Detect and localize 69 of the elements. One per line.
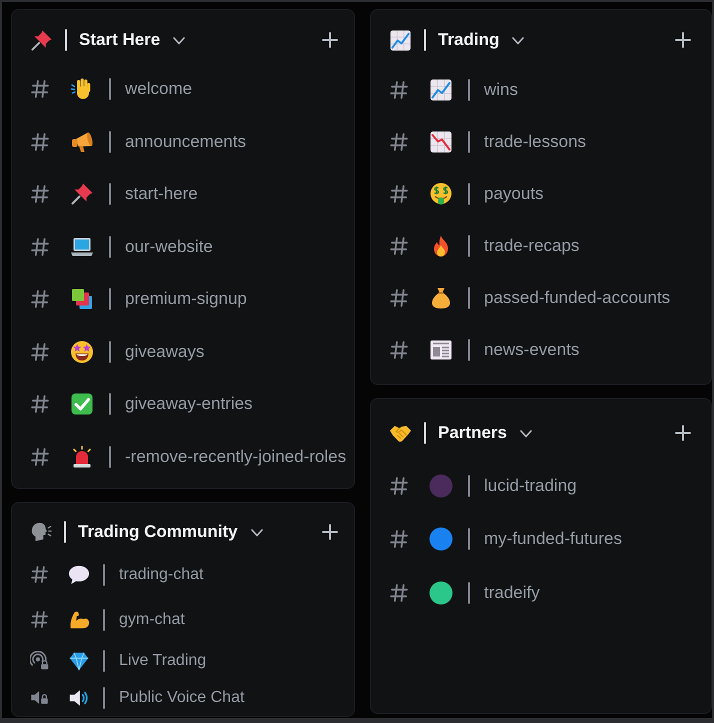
pushpin-icon [70, 182, 94, 206]
hash-icon [389, 529, 409, 550]
hash-icon [30, 289, 50, 310]
chevron-icon[interactable] [173, 37, 186, 45]
pushpin-icon [30, 28, 53, 52]
hash-icon [389, 236, 409, 256]
megaphone-icon [70, 130, 94, 154]
channel-name[interactable]: gym-chat [119, 610, 185, 630]
channel-name[interactable]: payouts [484, 184, 544, 204]
stacked-cards-icon [70, 287, 94, 312]
category-name[interactable]: Start Here [79, 30, 160, 50]
hash-icon [30, 132, 50, 152]
chart-up-icon [389, 28, 412, 52]
channel-name[interactable]: -remove-recently-joined-roles [125, 446, 346, 467]
plus-icon[interactable] [675, 425, 691, 441]
speaking-head-icon [30, 521, 52, 543]
hash-icon [30, 394, 50, 414]
channel-name[interactable]: welcome [125, 79, 192, 100]
hash-icon [30, 79, 50, 100]
chart-up-icon [429, 78, 453, 102]
hash-icon [30, 236, 50, 257]
chart-down-icon [429, 130, 453, 154]
channel-name[interactable]: trade-lessons [484, 132, 586, 152]
channel-name[interactable]: trading-chat [119, 564, 204, 584]
channel-name[interactable]: our-website [125, 236, 213, 257]
category-name[interactable]: Trading Community [78, 522, 238, 542]
hash-icon [389, 184, 409, 204]
check-box-icon [70, 392, 94, 416]
channel-name[interactable]: Live Trading [119, 650, 206, 670]
channel-name[interactable]: news-events [484, 340, 580, 360]
category-name[interactable]: Partners [438, 422, 507, 444]
speech-bubble-icon [68, 564, 90, 586]
plus-icon[interactable] [322, 524, 338, 540]
broadcast-lock-icon [30, 651, 49, 670]
hash-icon [30, 565, 49, 584]
channel-name[interactable]: giveaway-entries [125, 394, 253, 414]
hash-icon [389, 582, 409, 603]
hash-icon [389, 80, 409, 100]
hash-icon [30, 184, 50, 204]
gem-icon [68, 650, 90, 672]
hash-icon [389, 132, 409, 152]
flexed-arm-icon [68, 608, 90, 630]
hash-icon [30, 610, 49, 629]
hash-icon [389, 340, 409, 360]
chevron-icon[interactable] [250, 529, 263, 537]
channel-name[interactable]: tradeify [484, 582, 540, 603]
category-name[interactable]: Trading [438, 30, 500, 50]
channel-name[interactable]: passed-funded-accounts [484, 288, 670, 308]
channel-name[interactable]: start-here [125, 184, 198, 204]
hash-icon [389, 476, 409, 496]
money-bag-icon [429, 286, 453, 310]
chevron-icon[interactable] [512, 37, 524, 45]
hash-icon [30, 342, 50, 362]
plus-icon[interactable] [322, 32, 338, 48]
star-eyes-face-icon [70, 340, 94, 364]
hash-icon [30, 446, 50, 467]
channel-name[interactable]: Public Voice Chat [119, 688, 244, 708]
money-face-icon [429, 182, 453, 206]
channel-name[interactable]: my-funded-futures [484, 529, 622, 550]
hash-icon [389, 288, 409, 308]
channel-name[interactable]: lucid-trading [484, 476, 577, 496]
plus-icon[interactable] [675, 32, 691, 48]
channel-name[interactable]: trade-recaps [484, 236, 580, 256]
chevron-icon[interactable] [520, 430, 532, 438]
channel-name[interactable]: announcements [125, 132, 246, 152]
newspaper-icon [429, 338, 453, 362]
channel-name[interactable]: premium-signup [125, 289, 247, 310]
channel-name[interactable]: wins [484, 80, 518, 100]
channel-name[interactable]: giveaways [125, 342, 204, 362]
